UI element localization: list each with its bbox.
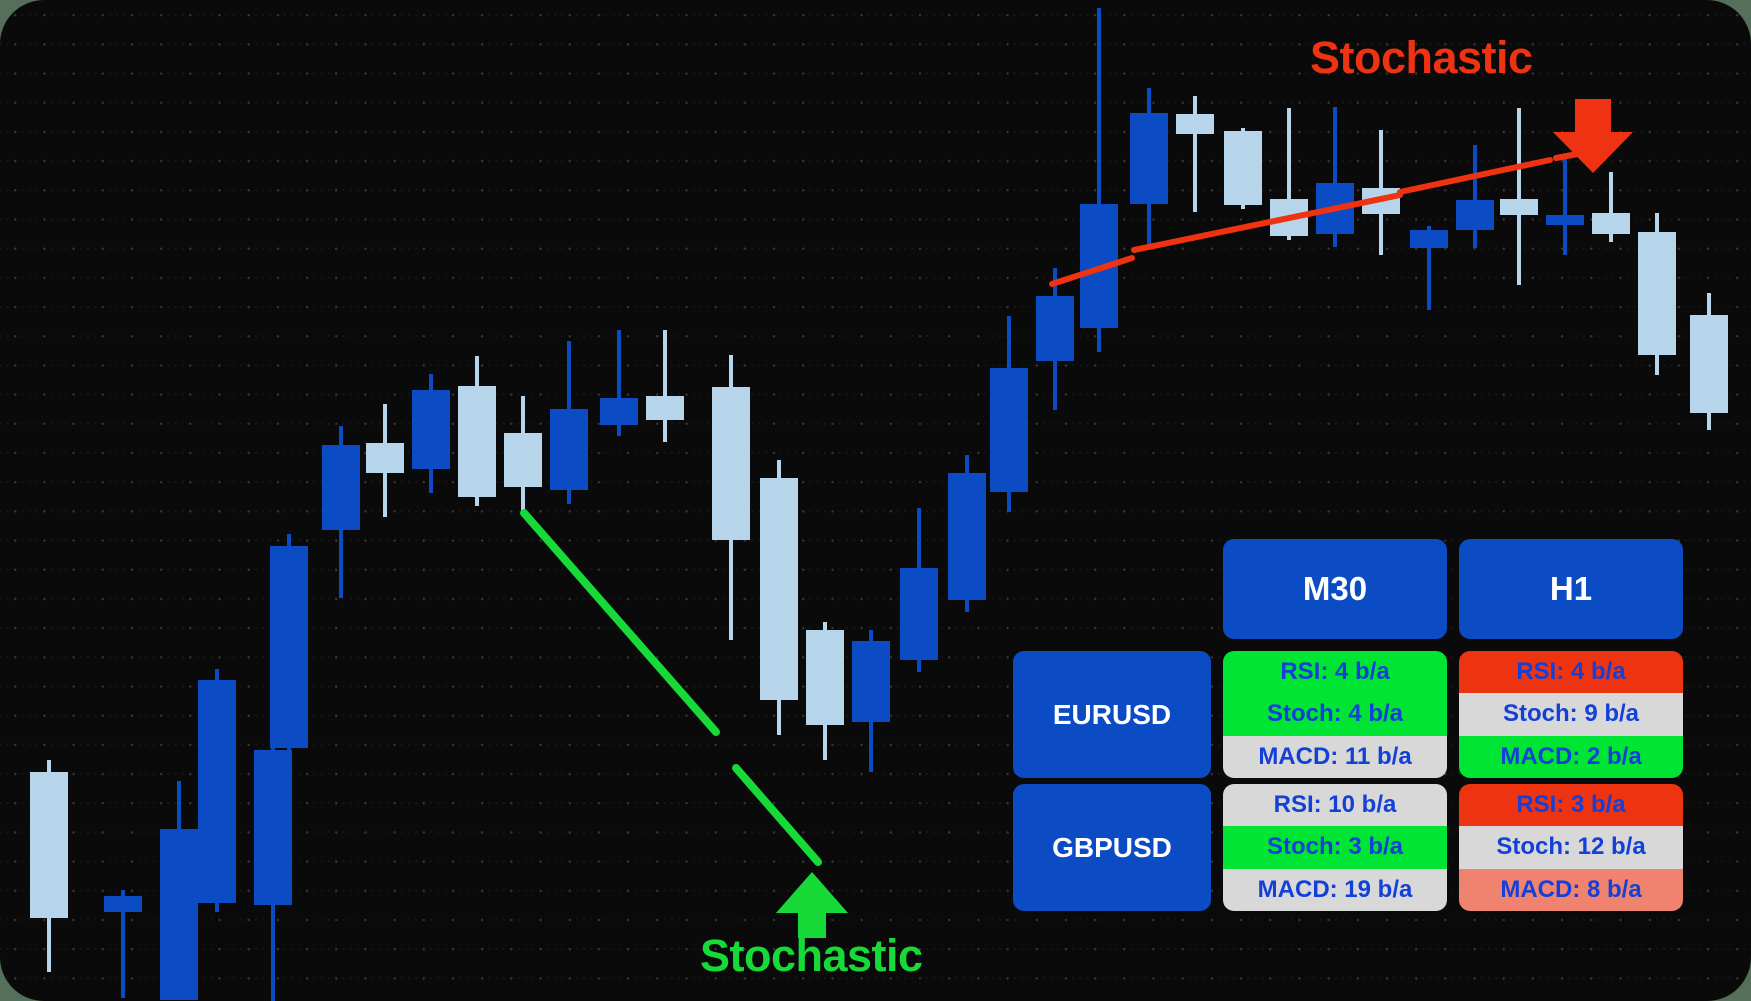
indicator-dashboard: M30 H1 EURUSD RSI: 4 b/a Stoch: 4 b/a MACD: 1… <box>1013 539 1721 911</box>
indicator-cell[interactable]: RSI: 4 b/a <box>1223 651 1447 694</box>
indicator-cell[interactable]: Stoch: 4 b/a <box>1223 693 1447 736</box>
indicator-cell[interactable]: MACD: 8 b/a <box>1459 868 1683 911</box>
green-trendline-segment-1 <box>520 509 606 606</box>
pair-label-eurusd[interactable]: EURUSD <box>1013 651 1211 778</box>
indicator-cell[interactable]: RSI: 3 b/a <box>1459 784 1683 827</box>
indicator-cell[interactable]: MACD: 11 b/a <box>1223 735 1447 778</box>
timeframe-header-m30[interactable]: M30 <box>1223 539 1447 639</box>
up-arrow-icon <box>776 872 848 938</box>
timeframe-header-h1[interactable]: H1 <box>1459 539 1683 639</box>
indicator-stack-gbpusd-h1: RSI: 3 b/a Stoch: 12 b/a MACD: 8 b/a <box>1459 784 1683 911</box>
indicator-cell[interactable]: RSI: 4 b/a <box>1459 651 1683 694</box>
dashboard-header-row: M30 H1 <box>1223 539 1683 639</box>
indicator-cell[interactable]: Stoch: 3 b/a <box>1223 826 1447 869</box>
stochastic-sell-label: Stochastic <box>1310 32 1533 83</box>
indicator-cell[interactable]: MACD: 19 b/a <box>1223 868 1447 911</box>
stochastic-buy-label: Stochastic <box>700 930 923 981</box>
pair-label-gbpusd[interactable]: GBPUSD <box>1013 784 1211 911</box>
indicator-cell[interactable]: RSI: 10 b/a <box>1223 784 1447 827</box>
indicator-cell[interactable]: MACD: 2 b/a <box>1459 735 1683 778</box>
indicator-stack-gbpusd-m30: RSI: 10 b/a Stoch: 3 b/a MACD: 19 b/a <box>1223 784 1447 911</box>
dashboard-row-gbpusd: GBPUSD RSI: 10 b/a Stoch: 3 b/a MACD: 19 b/… <box>1013 784 1683 911</box>
dashboard-row-eurusd: EURUSD RSI: 4 b/a Stoch: 4 b/a MACD: 11 b/a… <box>1013 651 1683 778</box>
down-arrow-icon <box>1553 99 1633 173</box>
indicator-stack-eurusd-m30: RSI: 4 b/a Stoch: 4 b/a MACD: 11 b/a <box>1223 651 1447 778</box>
chart-panel: Stochastic Stochastic M30 H1 EURUSD RSI: 4 … <box>0 0 1751 1001</box>
green-trendline-segment-2 <box>598 598 720 736</box>
indicator-stack-eurusd-h1: RSI: 4 b/a Stoch: 9 b/a MACD: 2 b/a <box>1459 651 1683 778</box>
green-trendline-segment-3 <box>732 764 822 866</box>
red-trendline-segment-1 <box>1049 255 1135 287</box>
indicator-cell[interactable]: Stoch: 12 b/a <box>1459 826 1683 869</box>
red-trendline-segment-2 <box>1131 192 1403 253</box>
red-trendline-segment-3 <box>1397 157 1553 195</box>
indicator-cell[interactable]: Stoch: 9 b/a <box>1459 693 1683 736</box>
screenshot-root: Stochastic Stochastic M30 H1 EURUSD RSI: 4 … <box>0 0 1751 1001</box>
